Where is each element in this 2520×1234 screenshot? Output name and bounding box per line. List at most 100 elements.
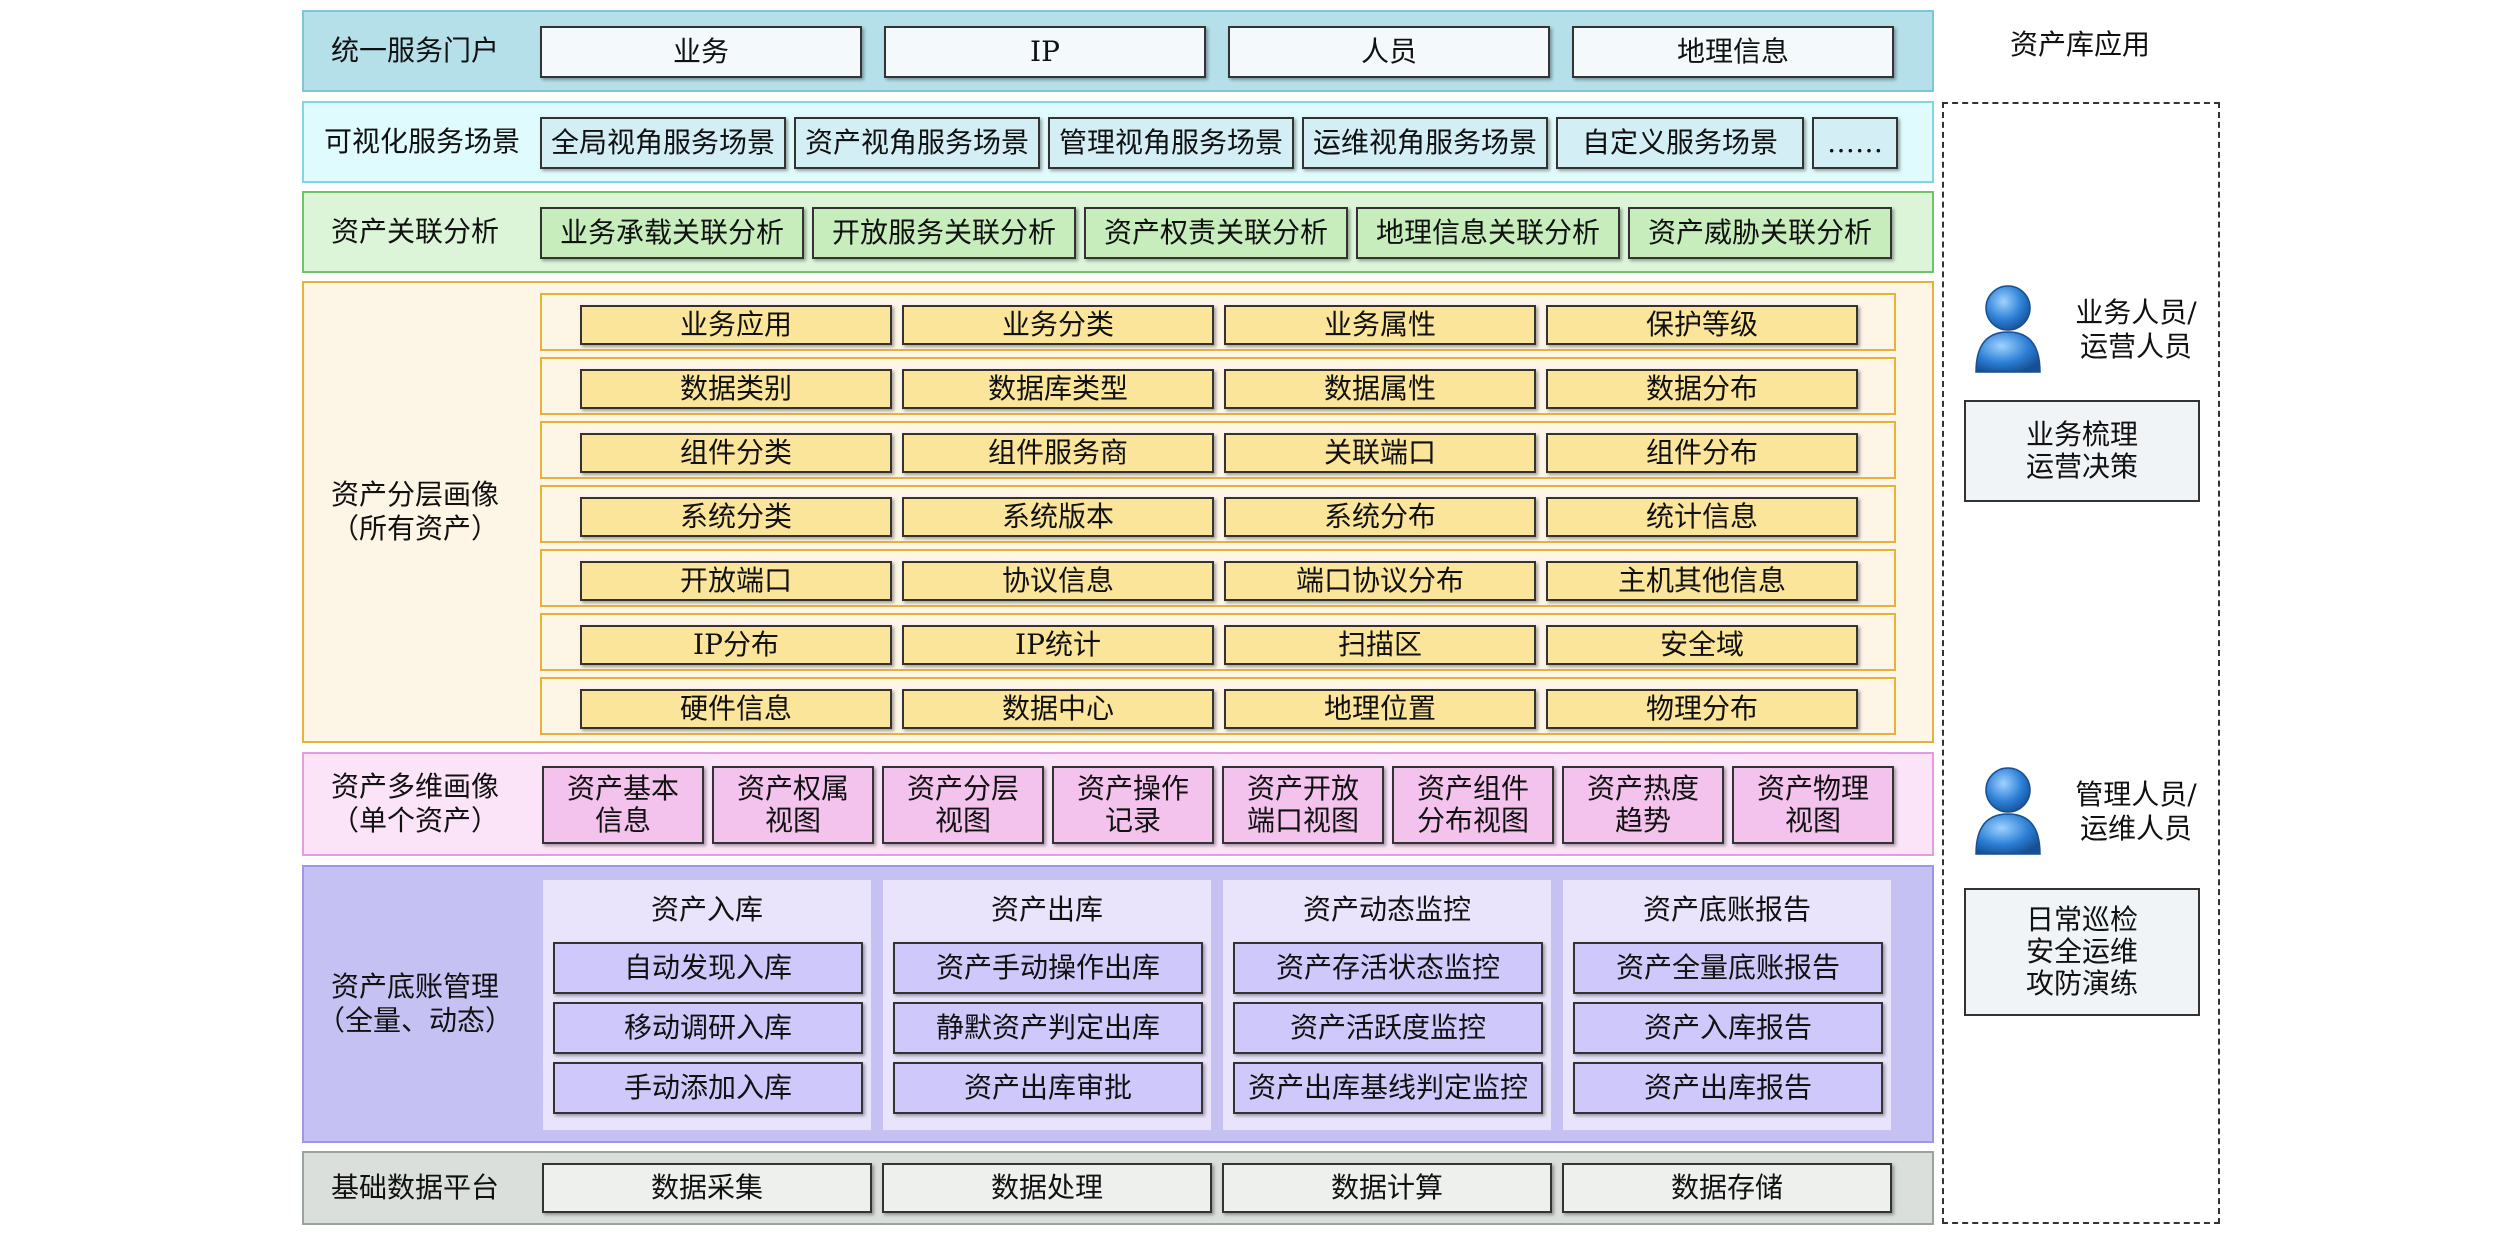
relation-item-business-bearing[interactable]: 业务承载关联分析 — [540, 207, 804, 259]
layered-item[interactable]: 组件分布 — [1546, 433, 1858, 473]
layer-label: 统一服务门户 — [330, 34, 499, 67]
layered-item[interactable]: IP分布 — [580, 625, 892, 665]
portal-item-geo-info[interactable]: 地理信息 — [1572, 26, 1894, 78]
layer-label: 资产多维画像 （单个资产） — [330, 770, 499, 837]
multi-item[interactable]: 资产物理 视图 — [1732, 766, 1894, 844]
ledger-group-title: 资产动态监控 — [1302, 893, 1471, 926]
layer-portal: 统一服务门户 业务 IP 人员 地理信息 — [302, 10, 1934, 92]
ledger-group-inbound: 资产入库 自动发现入库 移动调研入库 手动添加入库 — [542, 879, 872, 1131]
layer-base-data-platform: 基础数据平台 数据采集 数据处理 数据计算 数据存储 — [302, 1151, 1934, 1225]
portal-item-personnel[interactable]: 人员 — [1228, 26, 1550, 78]
ledger-item[interactable]: 资产出库审批 — [893, 1062, 1203, 1114]
layered-item[interactable]: 业务分类 — [902, 305, 1214, 345]
layered-row: 硬件信息 数据中心 地理位置 物理分布 — [540, 677, 1896, 735]
ledger-item[interactable]: 资产出库报告 — [1573, 1062, 1883, 1114]
relation-item-threat[interactable]: 资产威胁关联分析 — [1628, 207, 1892, 259]
layered-item[interactable]: 开放端口 — [580, 561, 892, 601]
application-box-operations[interactable]: 日常巡检 安全运维 攻防演练 — [1964, 888, 2200, 1016]
layered-item[interactable]: 系统分布 — [1224, 497, 1536, 537]
layered-row: 系统分类 系统版本 系统分布 统计信息 — [540, 485, 1896, 543]
layered-item[interactable]: 安全域 — [1546, 625, 1858, 665]
ledger-group-title: 资产入库 — [650, 893, 763, 926]
layered-item[interactable]: 数据类别 — [580, 369, 892, 409]
layered-item[interactable]: 组件服务商 — [902, 433, 1214, 473]
layered-row: 业务应用 业务分类 业务属性 保护等级 — [540, 293, 1896, 351]
base-item-process[interactable]: 数据处理 — [882, 1163, 1212, 1213]
layer-relation-analysis: 资产关联分析 业务承载关联分析 开放服务关联分析 资产权责关联分析 地理信息关联… — [302, 191, 1934, 273]
layered-item[interactable]: 物理分布 — [1546, 689, 1858, 729]
layered-item[interactable]: 数据中心 — [902, 689, 1214, 729]
layered-row: 数据类别 数据库类型 数据属性 数据分布 — [540, 357, 1896, 415]
multi-item[interactable]: 资产操作 记录 — [1052, 766, 1214, 844]
right-panel-title: 资产库应用 — [2009, 28, 2150, 61]
layered-item[interactable]: 地理位置 — [1224, 689, 1536, 729]
layer-label: 资产分层画像 （所有资产） — [330, 478, 499, 545]
ledger-item[interactable]: 静默资产判定出库 — [893, 1002, 1203, 1054]
layered-item[interactable]: 协议信息 — [902, 561, 1214, 601]
layered-item[interactable]: 数据库类型 — [902, 369, 1214, 409]
layered-row: 开放端口 协议信息 端口协议分布 主机其他信息 — [540, 549, 1896, 607]
scene-item-global[interactable]: 全局视角服务场景 — [540, 117, 786, 169]
ledger-item[interactable]: 资产出库基线判定监控 — [1233, 1062, 1543, 1114]
ledger-item[interactable]: 手动添加入库 — [553, 1062, 863, 1114]
multi-item[interactable]: 资产权属 视图 — [712, 766, 874, 844]
layered-row: 组件分类 组件服务商 关联端口 组件分布 — [540, 421, 1896, 479]
role-label-maintenance: 运维人员 — [2079, 812, 2192, 845]
layered-item[interactable]: 业务应用 — [580, 305, 892, 345]
multi-item[interactable]: 资产热度 趋势 — [1562, 766, 1724, 844]
multi-item[interactable]: 资产基本 信息 — [542, 766, 704, 844]
ledger-item[interactable]: 资产存活状态监控 — [1233, 942, 1543, 994]
portal-item-ip[interactable]: IP — [884, 26, 1206, 78]
role-label-business: 业务人员/ — [2075, 296, 2197, 329]
layered-item[interactable]: 系统分类 — [580, 497, 892, 537]
layered-item[interactable]: 组件分类 — [580, 433, 892, 473]
scene-item-asset[interactable]: 资产视角服务场景 — [794, 117, 1040, 169]
ledger-group-title: 资产底账报告 — [1642, 893, 1811, 926]
multi-item[interactable]: 资产组件 分布视图 — [1392, 766, 1554, 844]
scene-item-operations[interactable]: 运维视角服务场景 — [1302, 117, 1548, 169]
ledger-item[interactable]: 自动发现入库 — [553, 942, 863, 994]
layer-ledger-management: 资产底账管理 （全量、动态） 资产入库 自动发现入库 移动调研入库 手动添加入库… — [302, 865, 1934, 1143]
layer-label: 可视化服务场景 — [323, 125, 520, 158]
layered-item[interactable]: IP统计 — [902, 625, 1214, 665]
portal-item-business[interactable]: 业务 — [540, 26, 862, 78]
ledger-item[interactable]: 资产手动操作出库 — [893, 942, 1203, 994]
layered-item[interactable]: 端口协议分布 — [1224, 561, 1536, 601]
relation-item-ownership[interactable]: 资产权责关联分析 — [1084, 207, 1348, 259]
ledger-group-outbound: 资产出库 资产手动操作出库 静默资产判定出库 资产出库审批 — [882, 879, 1212, 1131]
layered-item[interactable]: 保护等级 — [1546, 305, 1858, 345]
scene-item-custom[interactable]: 自定义服务场景 — [1556, 117, 1804, 169]
base-item-collect[interactable]: 数据采集 — [542, 1163, 872, 1213]
ledger-group-title: 资产出库 — [990, 893, 1103, 926]
base-item-storage[interactable]: 数据存储 — [1562, 1163, 1892, 1213]
layer-visual-scenes: 可视化服务场景 全局视角服务场景 资产视角服务场景 管理视角服务场景 运维视角服… — [302, 101, 1934, 183]
layered-item[interactable]: 系统版本 — [902, 497, 1214, 537]
ledger-item[interactable]: 资产活跃度监控 — [1233, 1002, 1543, 1054]
ledger-item[interactable]: 移动调研入库 — [553, 1002, 863, 1054]
layered-item[interactable]: 硬件信息 — [580, 689, 892, 729]
role-label-management: 管理人员/ — [2075, 778, 2197, 811]
layered-item[interactable]: 主机其他信息 — [1546, 561, 1858, 601]
multi-item[interactable]: 资产开放 端口视图 — [1222, 766, 1384, 844]
multi-item[interactable]: 资产分层 视图 — [882, 766, 1044, 844]
base-item-compute[interactable]: 数据计算 — [1222, 1163, 1552, 1213]
ledger-item[interactable]: 资产全量底账报告 — [1573, 942, 1883, 994]
layered-item[interactable]: 数据属性 — [1224, 369, 1536, 409]
user-icon — [1975, 767, 2041, 855]
layered-row: IP分布 IP统计 扫描区 安全域 — [540, 613, 1896, 671]
ledger-group-report: 资产底账报告 资产全量底账报告 资产入库报告 资产出库报告 — [1562, 879, 1892, 1131]
ledger-item[interactable]: 资产入库报告 — [1573, 1002, 1883, 1054]
layer-multi-dim-profile: 资产多维画像 （单个资产） 资产基本 信息 资产权属 视图 资产分层 视图 资产… — [302, 752, 1934, 856]
layer-layered-profile: 资产分层画像 （所有资产） 业务应用 业务分类 业务属性 保护等级 数据类别 数… — [302, 281, 1934, 743]
scene-item-management[interactable]: 管理视角服务场景 — [1048, 117, 1294, 169]
layered-item[interactable]: 数据分布 — [1546, 369, 1858, 409]
ledger-group-monitor: 资产动态监控 资产存活状态监控 资产活跃度监控 资产出库基线判定监控 — [1222, 879, 1552, 1131]
layered-item[interactable]: 业务属性 — [1224, 305, 1536, 345]
relation-item-geo-info[interactable]: 地理信息关联分析 — [1356, 207, 1620, 259]
application-box-business[interactable]: 业务梳理 运营决策 — [1964, 400, 2200, 502]
layered-item[interactable]: 关联端口 — [1224, 433, 1536, 473]
layered-item[interactable]: 统计信息 — [1546, 497, 1858, 537]
scene-item-more[interactable]: …… — [1812, 117, 1898, 169]
relation-item-open-service[interactable]: 开放服务关联分析 — [812, 207, 1076, 259]
layered-item[interactable]: 扫描区 — [1224, 625, 1536, 665]
